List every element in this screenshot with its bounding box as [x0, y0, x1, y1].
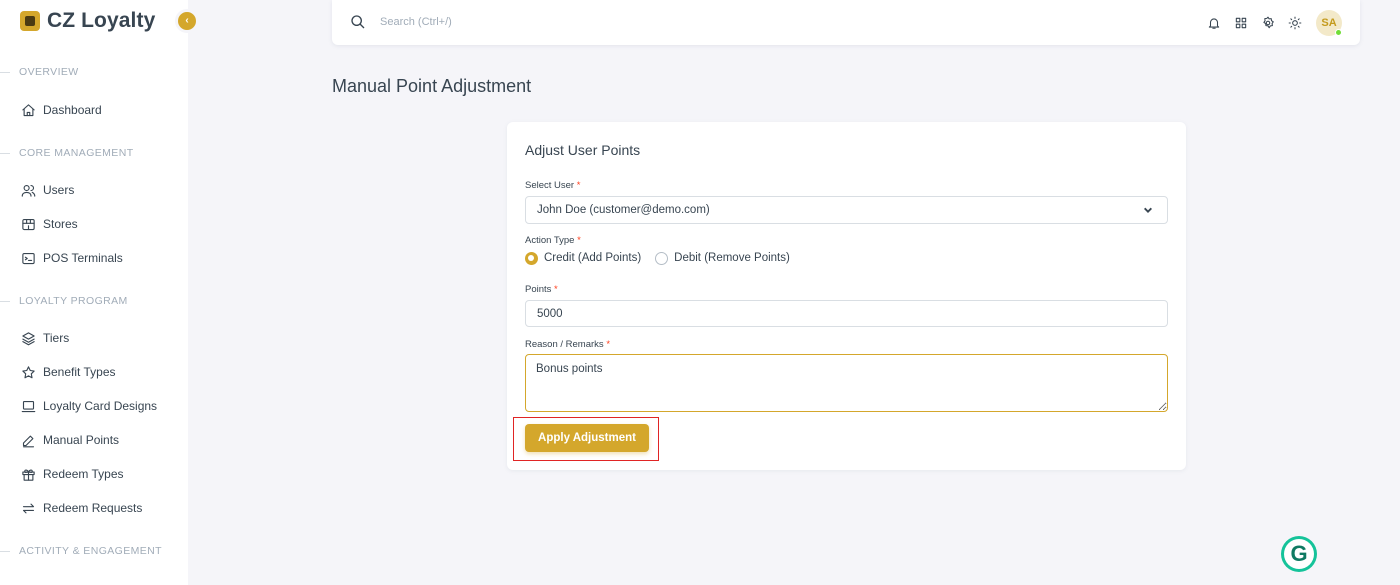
section-loyalty-program: LOYALTY PROGRAM	[0, 295, 128, 307]
sidebar-item-label: Users	[43, 183, 75, 197]
radio-credit[interactable]	[525, 251, 538, 265]
sidebar-item-label: POS Terminals	[43, 251, 123, 265]
brand-logo-icon	[20, 11, 40, 31]
grammarly-g-icon: G	[1284, 539, 1314, 569]
adjust-points-card: Adjust User Points Select User * John Do…	[507, 122, 1186, 470]
terminal-icon	[20, 250, 36, 266]
radio-credit-label: Credit (Add Points)	[544, 252, 642, 264]
brand[interactable]: CZ Loyalty	[20, 8, 155, 34]
laptop-icon	[20, 398, 36, 414]
points-input[interactable]	[525, 300, 1168, 327]
sidebar-item-users[interactable]: Users	[20, 180, 74, 200]
sidebar-item-label: Manual Points	[43, 433, 120, 447]
arrows-exchange-icon	[20, 500, 36, 516]
sidebar-item-pos-terminals[interactable]: POS Terminals	[20, 248, 123, 268]
section-activity-engagement: ACTIVITY & ENGAGEMENT	[0, 545, 162, 557]
sidebar-item-dashboard[interactable]: Dashboard	[20, 100, 102, 120]
select-user-value: John Doe (customer@demo.com)	[537, 204, 710, 216]
gift-icon	[20, 466, 36, 482]
apply-adjustment-button[interactable]: Apply Adjustment	[525, 424, 649, 452]
reason-textarea[interactable]: Bonus points	[525, 354, 1168, 412]
sidebar-item-benefit-types[interactable]: Benefit Types	[20, 362, 116, 382]
sidebar: CZ Loyalty OVERVIEW Dashboard CORE MANAG…	[0, 0, 188, 585]
sidebar-item-manual-points[interactable]: Manual Points	[20, 430, 119, 450]
settings-icon[interactable]	[1260, 15, 1276, 31]
action-type-radio-group: Credit (Add Points) Debit (Remove Points…	[525, 250, 804, 266]
card-title: Adjust User Points	[525, 142, 641, 158]
page-title: Manual Point Adjustment	[332, 76, 532, 96]
users-icon	[20, 182, 36, 198]
select-user-label: Select User *	[525, 180, 581, 191]
search-input[interactable]	[380, 12, 780, 32]
avatar-initials: SA	[1321, 16, 1337, 29]
reason-label: Reason / Remarks *	[525, 339, 611, 350]
sidebar-item-stores[interactable]: Stores	[20, 214, 78, 234]
layers-icon	[20, 330, 36, 346]
section-overview: OVERVIEW	[0, 66, 79, 78]
search-icon[interactable]	[350, 14, 366, 30]
select-user-dropdown[interactable]: John Doe (customer@demo.com)	[525, 196, 1168, 224]
sidebar-item-label: Tiers	[43, 331, 70, 345]
sidebar-item-label: Stores	[43, 217, 78, 231]
sidebar-item-tiers[interactable]: Tiers	[20, 328, 69, 348]
sidebar-item-redeem-requests[interactable]: Redeem Requests	[20, 498, 142, 518]
star-icon	[20, 364, 36, 380]
action-type-label: Action Type *	[525, 235, 581, 246]
home-icon	[20, 102, 36, 118]
avatar[interactable]: SA	[1316, 9, 1342, 36]
radio-option-debit[interactable]: Debit (Remove Points)	[655, 251, 790, 265]
points-label: Points *	[525, 284, 558, 295]
pencil-icon	[20, 432, 36, 448]
grammarly-widget[interactable]: G	[1281, 536, 1317, 572]
brand-name: CZ Loyalty	[47, 9, 156, 32]
section-core-management: CORE MANAGEMENT	[0, 147, 134, 159]
sidebar-item-redeem-types[interactable]: Redeem Types	[20, 464, 124, 484]
sidebar-item-label: Dashboard	[43, 103, 102, 117]
sidebar-item-label: Loyalty Card Designs	[43, 399, 158, 413]
topbar-actions: SA	[1206, 0, 1360, 45]
sidebar-item-loyalty-card-designs[interactable]: Loyalty Card Designs	[20, 396, 157, 416]
sidebar-item-label: Redeem Types	[43, 467, 124, 481]
sidebar-collapse-button[interactable]: ‹	[175, 9, 199, 33]
sidebar-item-label: Benefit Types	[43, 365, 116, 379]
topbar: SA	[332, 0, 1360, 45]
store-icon	[20, 216, 36, 232]
sun-icon[interactable]	[1287, 15, 1303, 31]
bell-icon[interactable]	[1206, 15, 1222, 31]
chevron-down-icon	[1143, 205, 1153, 215]
radio-debit-label: Debit (Remove Points)	[674, 252, 790, 264]
radio-debit[interactable]	[655, 251, 669, 265]
sidebar-item-label: Redeem Requests	[43, 501, 143, 515]
apps-grid-icon[interactable]	[1233, 15, 1249, 31]
radio-option-credit[interactable]: Credit (Add Points)	[525, 251, 642, 265]
online-status-dot	[1335, 28, 1342, 36]
